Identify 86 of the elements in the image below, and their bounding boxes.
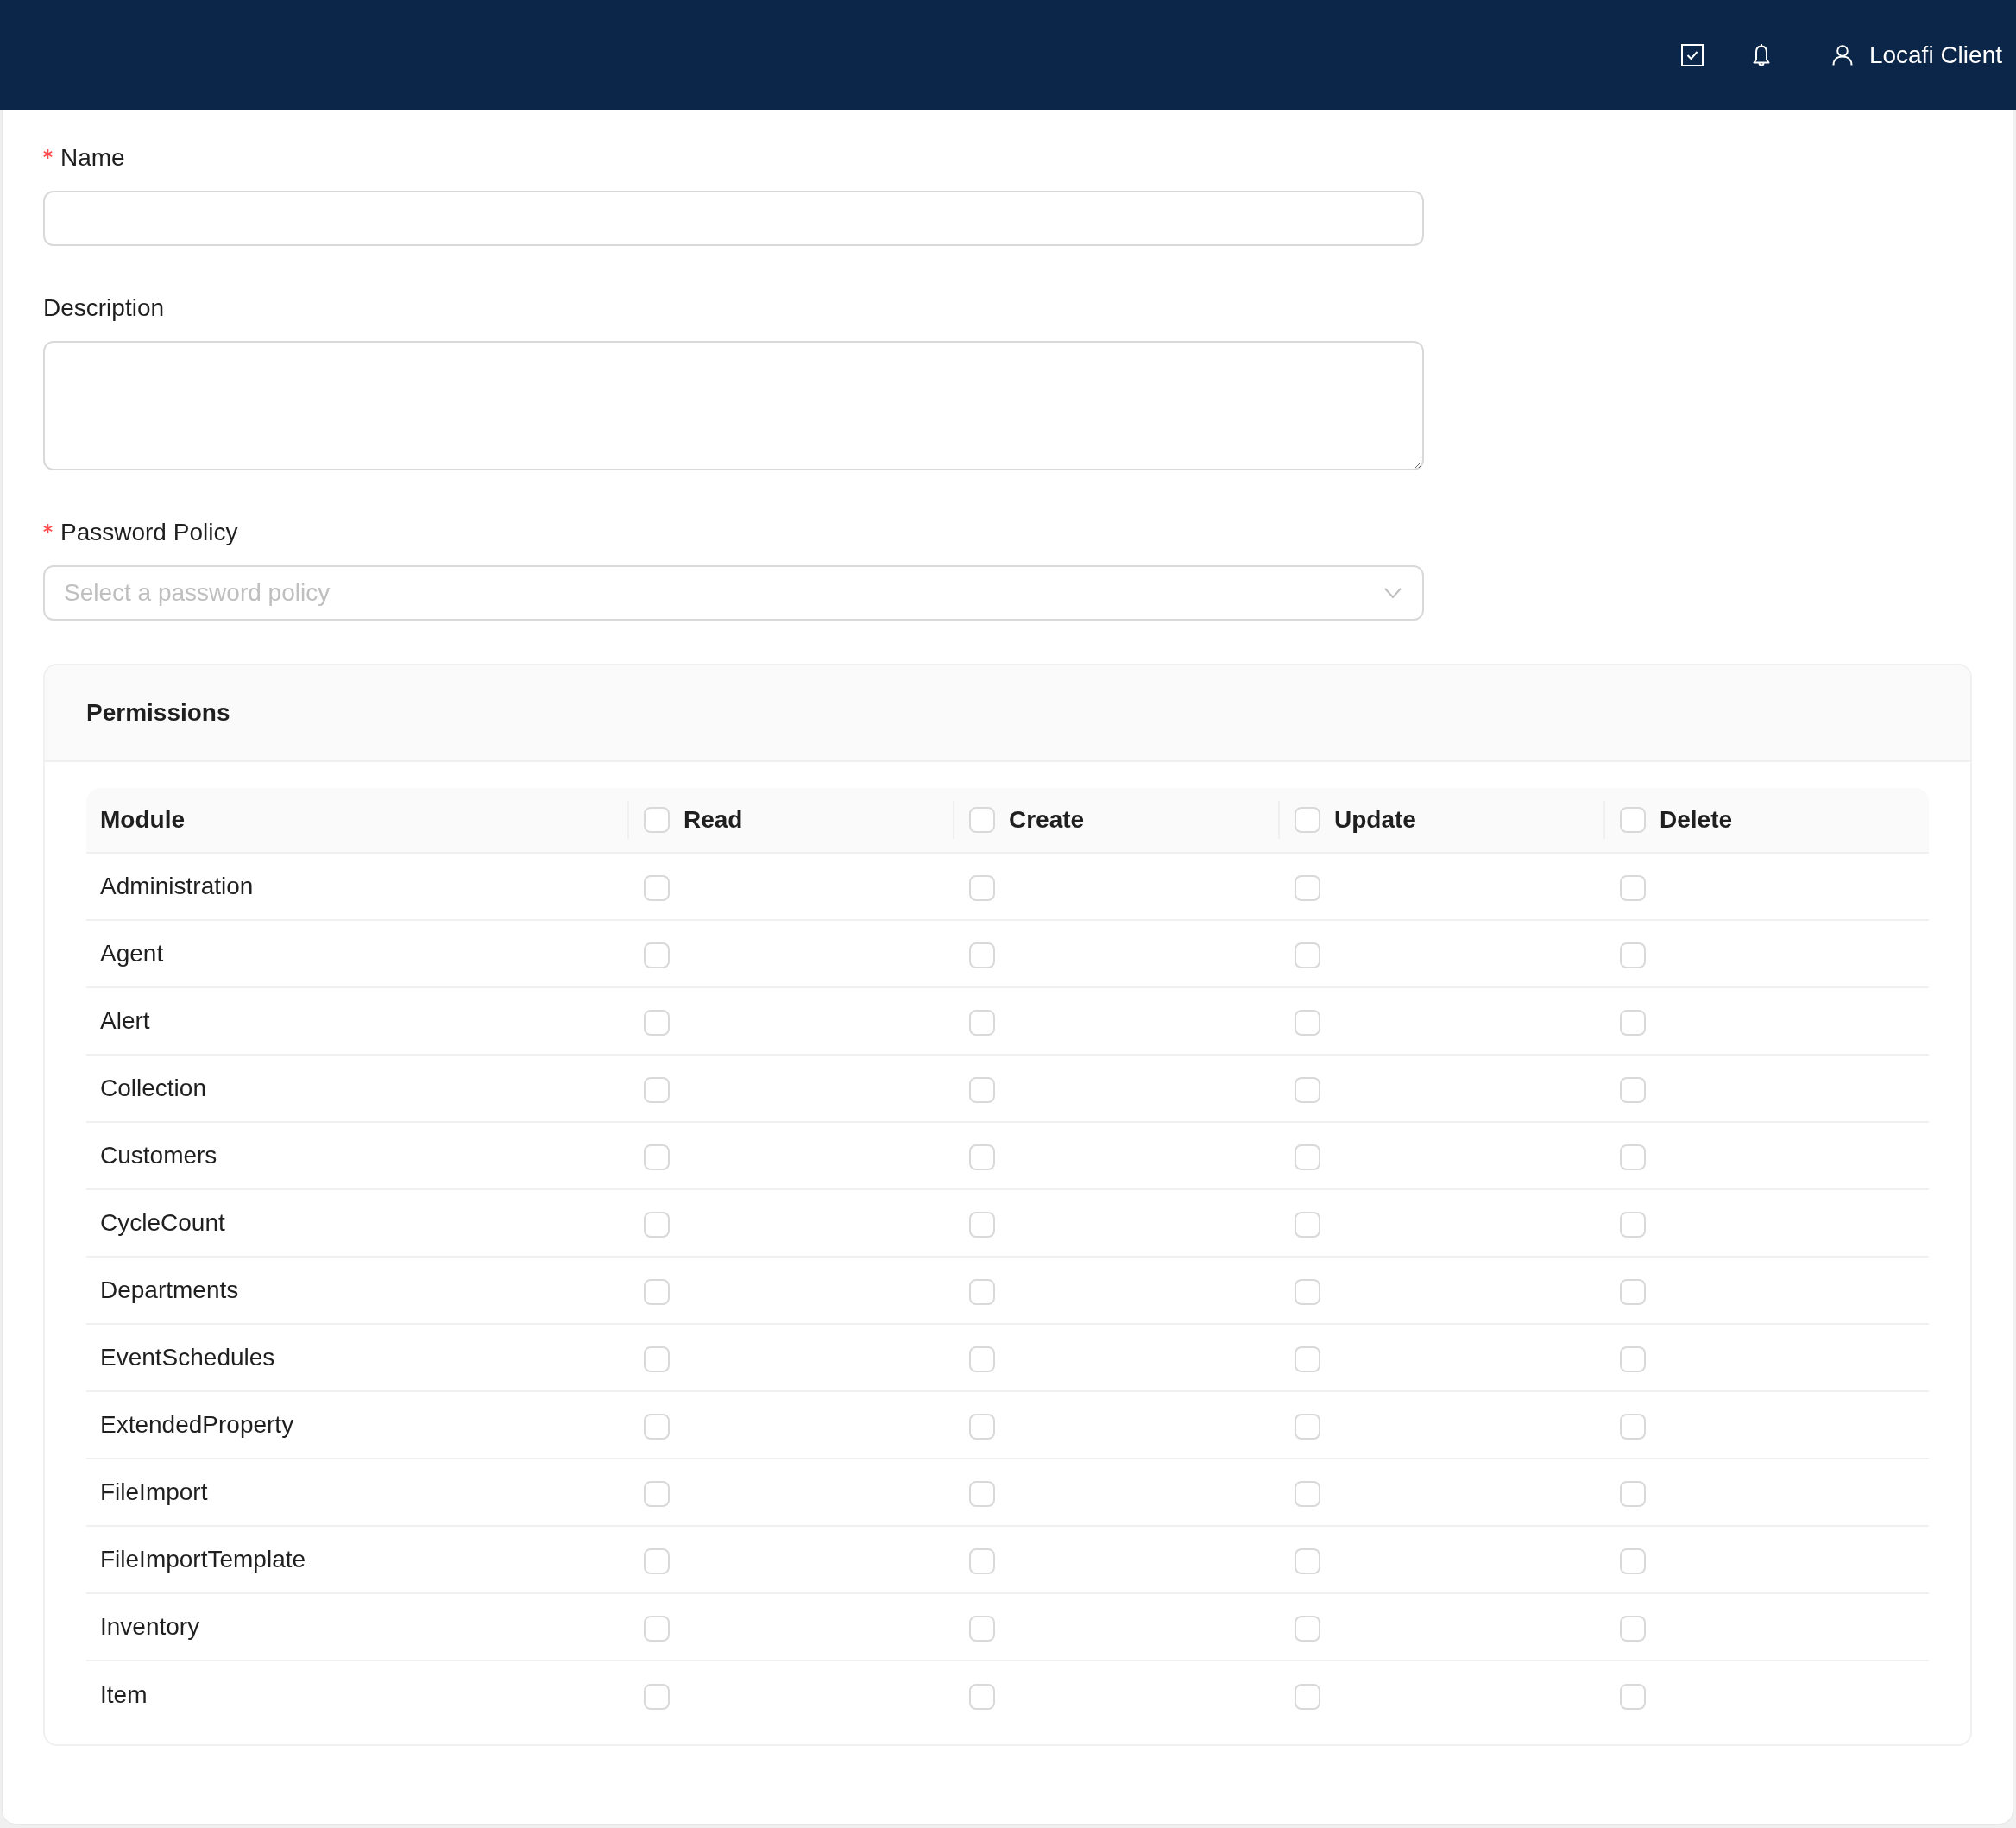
module-name: FileImportTemplate xyxy=(100,1546,306,1573)
permission-checkbox[interactable] xyxy=(1620,1278,1646,1305)
permission-checkbox[interactable] xyxy=(644,874,670,901)
permission-checkbox[interactable] xyxy=(969,1480,995,1507)
module-name: EventSchedules xyxy=(100,1344,275,1371)
permission-checkbox[interactable] xyxy=(969,874,995,901)
permission-checkbox[interactable] xyxy=(1295,1683,1320,1710)
permission-checkbox[interactable] xyxy=(644,1144,670,1170)
permission-checkbox[interactable] xyxy=(644,1480,670,1507)
select-all-checkbox[interactable] xyxy=(1295,807,1320,833)
select-all-checkbox[interactable] xyxy=(1620,807,1646,833)
field-label: Name xyxy=(60,143,125,173)
permission-checkbox[interactable] xyxy=(969,1683,995,1710)
permission-checkbox[interactable] xyxy=(969,1211,995,1238)
permission-checkbox[interactable] xyxy=(1620,1547,1646,1574)
permission-checkbox[interactable] xyxy=(1620,1683,1646,1710)
permission-checkbox[interactable] xyxy=(1620,1076,1646,1103)
permission-checkbox[interactable] xyxy=(969,1278,995,1305)
select-all-checkbox[interactable] xyxy=(644,807,670,833)
module-name: Inventory xyxy=(100,1613,200,1640)
column-header: Create xyxy=(1009,805,1085,835)
column-header: Delete xyxy=(1660,805,1733,835)
permission-checkbox[interactable] xyxy=(1620,1346,1646,1372)
permission-checkbox[interactable] xyxy=(1620,1009,1646,1036)
column-header: Read xyxy=(684,805,743,835)
permission-checkbox[interactable] xyxy=(1620,1480,1646,1507)
permission-checkbox[interactable] xyxy=(1295,1346,1320,1372)
permission-checkbox[interactable] xyxy=(644,1211,670,1238)
permission-checkbox[interactable] xyxy=(644,1278,670,1305)
permission-checkbox[interactable] xyxy=(1620,1211,1646,1238)
checked-box-icon[interactable] xyxy=(1680,44,1704,66)
permission-checkbox[interactable] xyxy=(969,1413,995,1440)
permission-checkbox[interactable] xyxy=(1295,1144,1320,1170)
permission-checkbox[interactable] xyxy=(1620,1615,1646,1642)
permission-checkbox[interactable] xyxy=(1620,874,1646,901)
permission-checkbox[interactable] xyxy=(969,942,995,968)
field-label: Description xyxy=(43,293,165,323)
bell-icon[interactable] xyxy=(1752,43,1770,67)
card-title: Permissions xyxy=(86,698,230,728)
permission-checkbox[interactable] xyxy=(1295,874,1320,901)
permission-checkbox[interactable] xyxy=(1295,942,1320,968)
chevron-down-icon xyxy=(1384,587,1402,599)
module-name: Collection xyxy=(100,1075,206,1101)
permission-checkbox[interactable] xyxy=(1295,1278,1320,1305)
permission-checkbox[interactable] xyxy=(1295,1009,1320,1036)
text-input[interactable] xyxy=(43,191,1424,246)
permission-checkbox[interactable] xyxy=(644,1009,670,1036)
module-name: Customers xyxy=(100,1142,217,1169)
permission-checkbox[interactable] xyxy=(644,942,670,968)
permission-checkbox[interactable] xyxy=(1295,1076,1320,1103)
permission-checkbox[interactable] xyxy=(969,1346,995,1372)
module-name: Agent xyxy=(100,940,164,967)
select-all-checkbox[interactable] xyxy=(969,807,995,833)
permission-checkbox[interactable] xyxy=(644,1076,670,1103)
column-header: Module xyxy=(100,806,185,833)
module-name: FileImport xyxy=(100,1478,208,1505)
permission-checkbox[interactable] xyxy=(1295,1211,1320,1238)
permission-checkbox[interactable] xyxy=(1295,1547,1320,1574)
module-name: Alert xyxy=(100,1007,150,1034)
text-area[interactable] xyxy=(43,341,1424,470)
permission-checkbox[interactable] xyxy=(969,1076,995,1103)
permission-checkbox[interactable] xyxy=(1620,1413,1646,1440)
permission-checkbox[interactable] xyxy=(644,1346,670,1372)
user-icon xyxy=(1831,45,1853,66)
module-name: Administration xyxy=(100,873,254,899)
permission-checkbox[interactable] xyxy=(1620,1144,1646,1170)
module-name: Departments xyxy=(100,1276,239,1303)
dropdown-select[interactable]: Select a password policy xyxy=(43,565,1424,621)
permission-checkbox[interactable] xyxy=(969,1144,995,1170)
permission-checkbox[interactable] xyxy=(1295,1413,1320,1440)
permission-checkbox[interactable] xyxy=(1620,942,1646,968)
permission-checkbox[interactable] xyxy=(644,1413,670,1440)
column-header: Update xyxy=(1334,805,1416,835)
module-name: ExtendedProperty xyxy=(100,1411,294,1438)
permission-checkbox[interactable] xyxy=(644,1683,670,1710)
permission-checkbox[interactable] xyxy=(969,1615,995,1642)
permission-checkbox[interactable] xyxy=(1295,1615,1320,1642)
module-name: Item xyxy=(100,1681,148,1708)
field-label: Password Policy xyxy=(60,518,238,547)
permission-checkbox[interactable] xyxy=(969,1009,995,1036)
permission-checkbox[interactable] xyxy=(644,1547,670,1574)
user-menu-button[interactable]: Locafi Client xyxy=(1831,41,2002,70)
permission-checkbox[interactable] xyxy=(969,1547,995,1574)
permission-checkbox[interactable] xyxy=(644,1615,670,1642)
module-name: CycleCount xyxy=(100,1209,225,1236)
permission-checkbox[interactable] xyxy=(1295,1480,1320,1507)
